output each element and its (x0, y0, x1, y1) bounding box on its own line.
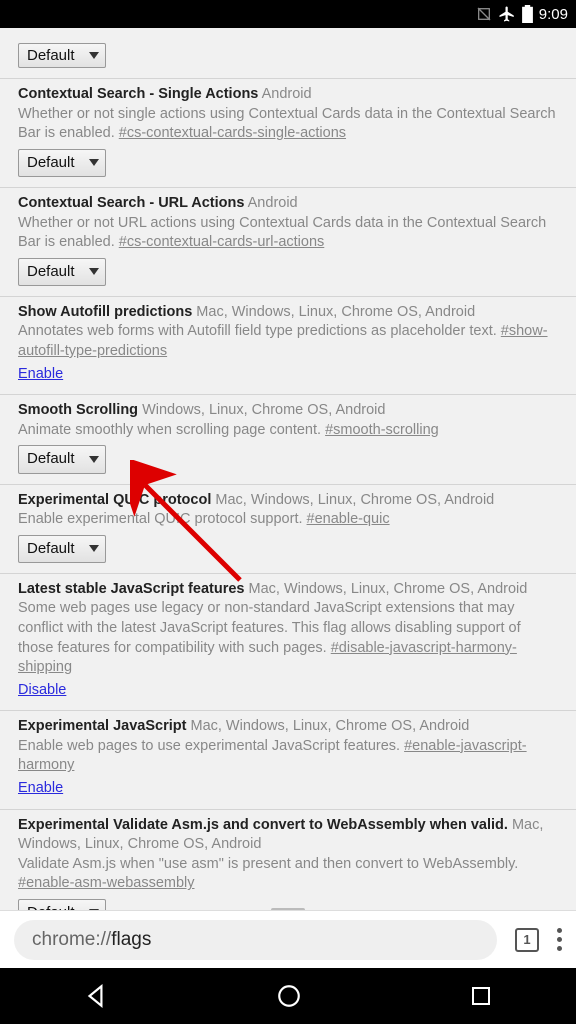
browser-toolbar: chrome://flags 1 (0, 910, 576, 968)
flag-hash-link[interactable]: #cs-contextual-cards-single-actions (119, 125, 346, 141)
chevron-down-icon (89, 545, 99, 552)
flag-title: Experimental QUIC protocol (18, 492, 211, 508)
tab-switcher[interactable]: 1 (515, 928, 539, 952)
flag-hash-link[interactable]: #cs-contextual-cards-url-actions (119, 234, 325, 250)
flag-platforms: Android (262, 86, 312, 102)
flag-item: Experimental Validate Asm.js and convert… (0, 810, 576, 911)
flag-item: Latest stable JavaScript features Mac, W… (0, 574, 576, 711)
flag-title: Latest stable JavaScript features (18, 581, 244, 597)
flag-title: Contextual Search - URL Actions (18, 195, 244, 211)
dropdown-label: Default (27, 539, 75, 559)
flag-platforms: Mac, Windows, Linux, Chrome OS, Android (249, 581, 528, 597)
flag-hash-link[interactable]: #smooth-scrolling (325, 422, 439, 438)
flag-item: Experimental JavaScript Mac, Windows, Li… (0, 711, 576, 809)
flag-platforms: Mac, Windows, Linux, Chrome OS, Android (190, 718, 469, 734)
chevron-down-icon (89, 456, 99, 463)
status-bar: 9:09 (0, 0, 576, 28)
flag-dropdown[interactable]: Default (18, 258, 106, 286)
flag-description: Annotates web forms with Autofill field … (18, 323, 497, 339)
status-time: 9:09 (539, 6, 568, 23)
flag-action-link[interactable]: Enable (18, 365, 63, 385)
tab-count: 1 (523, 932, 530, 947)
flag-platforms: Mac, Windows, Linux, Chrome OS, Android (196, 304, 475, 320)
flag-dropdown[interactable]: Default (18, 899, 106, 910)
chevron-down-icon (89, 52, 99, 59)
flag-description: Enable web pages to use experimental Jav… (18, 738, 400, 754)
menu-button[interactable] (557, 928, 562, 951)
dropdown-label: Default (27, 903, 75, 910)
flag-title: Experimental JavaScript (18, 718, 186, 734)
flag-hash-link[interactable]: #enable-asm-webassembly (18, 875, 195, 891)
dropdown-label: Default (27, 262, 75, 282)
flag-action-link[interactable]: Enable (18, 779, 63, 799)
system-nav-bar (0, 968, 576, 1024)
flag-description: Validate Asm.js when "use asm" is presen… (18, 856, 518, 872)
flag-platforms: Android (248, 195, 298, 211)
dropdown-label: Default (27, 153, 75, 173)
flag-item: Smooth Scrolling Windows, Linux, Chrome … (0, 395, 576, 484)
no-sim-icon (476, 6, 492, 22)
airplane-icon (498, 5, 516, 23)
flag-item: Contextual Search - Single Actions Andro… (0, 79, 576, 188)
omnibox-prefix: chrome:// (32, 929, 111, 951)
omnibox[interactable]: chrome://flags (14, 920, 497, 960)
dropdown-label: Default (27, 47, 75, 64)
flag-dropdown[interactable]: Default (18, 149, 106, 177)
flag-title: Experimental Validate Asm.js and convert… (18, 817, 508, 833)
flag-hash-link[interactable]: #enable-quic (307, 511, 390, 527)
chevron-down-icon (89, 268, 99, 275)
flag-item: Contextual Search - URL Actions Android … (0, 188, 576, 297)
flag-item: Show Autofill predictions Mac, Windows, … (0, 297, 576, 395)
flag-dropdown[interactable]: Default (18, 43, 106, 68)
flag-dropdown[interactable]: Default (18, 535, 106, 563)
flag-title: Contextual Search - Single Actions (18, 86, 258, 102)
home-icon[interactable] (276, 983, 302, 1009)
flag-title: Smooth Scrolling (18, 402, 138, 418)
flag-platforms: Mac, Windows, Linux, Chrome OS, Android (215, 492, 494, 508)
flag-title: Show Autofill predictions (18, 304, 192, 320)
chevron-down-icon (89, 159, 99, 166)
flag-dropdown[interactable]: Default (18, 445, 106, 473)
dropdown-label: Default (27, 449, 75, 469)
flag-item: Experimental QUIC protocol Mac, Windows,… (0, 485, 576, 574)
flags-content: Default Contextual Search - Single Actio… (0, 28, 576, 910)
battery-icon (522, 5, 533, 23)
flag-platforms: Windows, Linux, Chrome OS, Android (142, 402, 385, 418)
flag-action-link[interactable]: Disable (18, 681, 66, 701)
back-icon[interactable] (83, 983, 109, 1009)
flag-description: Animate smoothly when scrolling page con… (18, 422, 321, 438)
recent-icon[interactable] (469, 984, 493, 1008)
flag-description: Enable experimental QUIC protocol suppor… (18, 511, 303, 527)
omnibox-suffix: flags (111, 929, 151, 951)
